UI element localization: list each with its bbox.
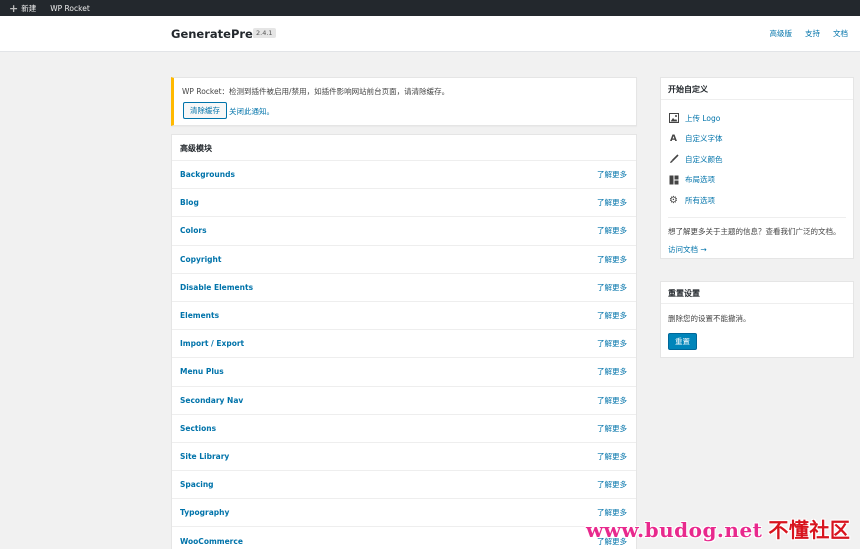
admin-bar: + 新建 WP Rocket [0, 0, 860, 16]
customize-help-text: 想了解更多关于主题的信息？查看我们广泛的文档。 [668, 226, 841, 236]
customize-divider [668, 216, 846, 218]
module-row: Secondary Nav 了解更多 [172, 387, 636, 415]
watermark: www.budog.net 不懂社区 [586, 514, 850, 543]
version-badge: 2.4.1 [253, 28, 276, 38]
nav-support-link[interactable]: 支持 [805, 28, 820, 39]
learn-more-link[interactable]: 了解更多 [597, 197, 627, 208]
nav-premium-link[interactable]: 高级版 [770, 28, 793, 39]
module-name[interactable]: Import / Export [180, 339, 244, 348]
customize-all-link[interactable]: 所有选项 [685, 195, 715, 206]
customize-layout-link[interactable]: 布局选项 [685, 174, 715, 185]
learn-more-link[interactable]: 了解更多 [597, 225, 627, 236]
customize-item-all[interactable]: ⚙ 所有选项 [668, 190, 846, 211]
customize-item-colors[interactable]: 自定义颜色 [668, 149, 846, 170]
customize-fonts-link[interactable]: 自定义字体 [685, 133, 723, 144]
module-name[interactable]: Blog [180, 198, 199, 207]
dismiss-notice-link[interactable]: 关闭此通知。 [229, 106, 274, 117]
module-name[interactable]: Typography [180, 508, 229, 517]
module-row: Menu Plus 了解更多 [172, 358, 636, 387]
module-row: WooCommerce 了解更多 [172, 527, 636, 549]
learn-more-link[interactable]: 了解更多 [597, 169, 627, 180]
customize-list: 上传 Logo A 自定义字体 自定义颜色 布局选项 ⚙ 所有选项 [661, 100, 853, 211]
customize-item-layout[interactable]: 布局选项 [668, 170, 846, 191]
gear-icon: ⚙ [669, 194, 678, 206]
module-name[interactable]: Elements [180, 311, 219, 320]
module-name[interactable]: Spacing [180, 480, 214, 489]
wp-rocket-notice: WP Rocket：检测到插件被启用/禁用，如插件影响网站前台页面，请清除缓存。… [171, 77, 637, 126]
module-name[interactable]: Disable Elements [180, 283, 253, 292]
learn-more-link[interactable]: 了解更多 [597, 366, 627, 377]
learn-more-link[interactable]: 了解更多 [597, 451, 627, 462]
page-header: GeneratePress 2.4.1 高级版 支持 文档 [0, 16, 860, 52]
module-row: Typography 了解更多 [172, 499, 636, 528]
font-icon: A [670, 133, 677, 144]
module-row: Site Library 了解更多 [172, 443, 636, 472]
module-name[interactable]: WooCommerce [180, 537, 243, 546]
module-list: Backgrounds 了解更多 Blog 了解更多 Colors 了解更多 Copyrig… [172, 161, 636, 549]
module-row: Sections 了解更多 [172, 415, 636, 443]
customize-logo-link[interactable]: 上传 Logo [685, 113, 720, 124]
learn-more-link[interactable]: 了解更多 [597, 254, 627, 265]
module-row: Disable Elements 了解更多 [172, 274, 636, 302]
module-name[interactable]: Secondary Nav [180, 396, 243, 405]
module-name[interactable]: Backgrounds [180, 170, 235, 179]
reset-heading: 重置设置 [661, 282, 853, 304]
watermark-url: www.budog.net [586, 518, 763, 542]
module-row: Elements 了解更多 [172, 302, 636, 331]
reset-text: 删除您的设置不能撤消。 [668, 314, 751, 323]
module-row: Import / Export 了解更多 [172, 330, 636, 359]
customize-colors-link[interactable]: 自定义颜色 [685, 154, 723, 165]
start-customizing-box: 开始自定义 上传 Logo A 自定义字体 自定义颜色 布局选项 ⚙ 所有选项 [660, 77, 854, 259]
module-name[interactable]: Colors [180, 226, 207, 235]
module-name[interactable]: Menu Plus [180, 367, 224, 376]
module-row: Blog 了解更多 [172, 189, 636, 218]
module-row: Colors 了解更多 [172, 217, 636, 246]
module-name[interactable]: Sections [180, 424, 216, 433]
module-row: Copyright 了解更多 [172, 246, 636, 274]
learn-more-link[interactable]: 了解更多 [597, 395, 627, 406]
image-icon [668, 113, 679, 124]
customize-item-fonts[interactable]: A 自定义字体 [668, 129, 846, 150]
learn-more-link[interactable]: 了解更多 [597, 423, 627, 434]
module-name[interactable]: Site Library [180, 452, 229, 461]
learn-more-link[interactable]: 了解更多 [597, 479, 627, 490]
admin-new-label: 新建 [21, 3, 37, 13]
modules-heading: 高级模块 [172, 135, 636, 161]
admin-wp-rocket-menu[interactable]: WP Rocket [50, 4, 90, 13]
premium-modules-box: 高级模块 Backgrounds 了解更多 Blog 了解更多 Colors 了解更多 Co… [171, 134, 637, 549]
reset-settings-box: 重置设置 删除您的设置不能撤消。 重置 [660, 281, 854, 358]
notice-text: WP Rocket：检测到插件被启用/禁用，如插件影响网站前台页面，请清除缓存。 [182, 87, 450, 96]
watermark-cn: 不懂社区 [768, 518, 851, 542]
reset-button[interactable]: 重置 [668, 333, 697, 350]
learn-more-link[interactable]: 了解更多 [597, 310, 627, 321]
layout-icon [668, 174, 679, 185]
admin-new-menu[interactable]: + 新建 [9, 3, 36, 14]
customize-item-logo[interactable]: 上传 Logo [668, 108, 846, 129]
nav-docs-link[interactable]: 文档 [833, 28, 848, 39]
header-nav: 高级版 支持 文档 [770, 28, 849, 39]
module-row: Spacing 了解更多 [172, 471, 636, 500]
customize-heading: 开始自定义 [661, 78, 853, 100]
clear-cache-button[interactable]: 清除缓存 [183, 102, 227, 119]
plus-icon: + [9, 1, 19, 15]
learn-more-link[interactable]: 了解更多 [597, 338, 627, 349]
module-row: Backgrounds 了解更多 [172, 161, 636, 190]
learn-more-link[interactable]: 了解更多 [597, 282, 627, 293]
visit-docs-link[interactable]: 访问文档 → [661, 244, 853, 255]
brush-icon [668, 154, 679, 165]
module-name[interactable]: Copyright [180, 255, 221, 264]
